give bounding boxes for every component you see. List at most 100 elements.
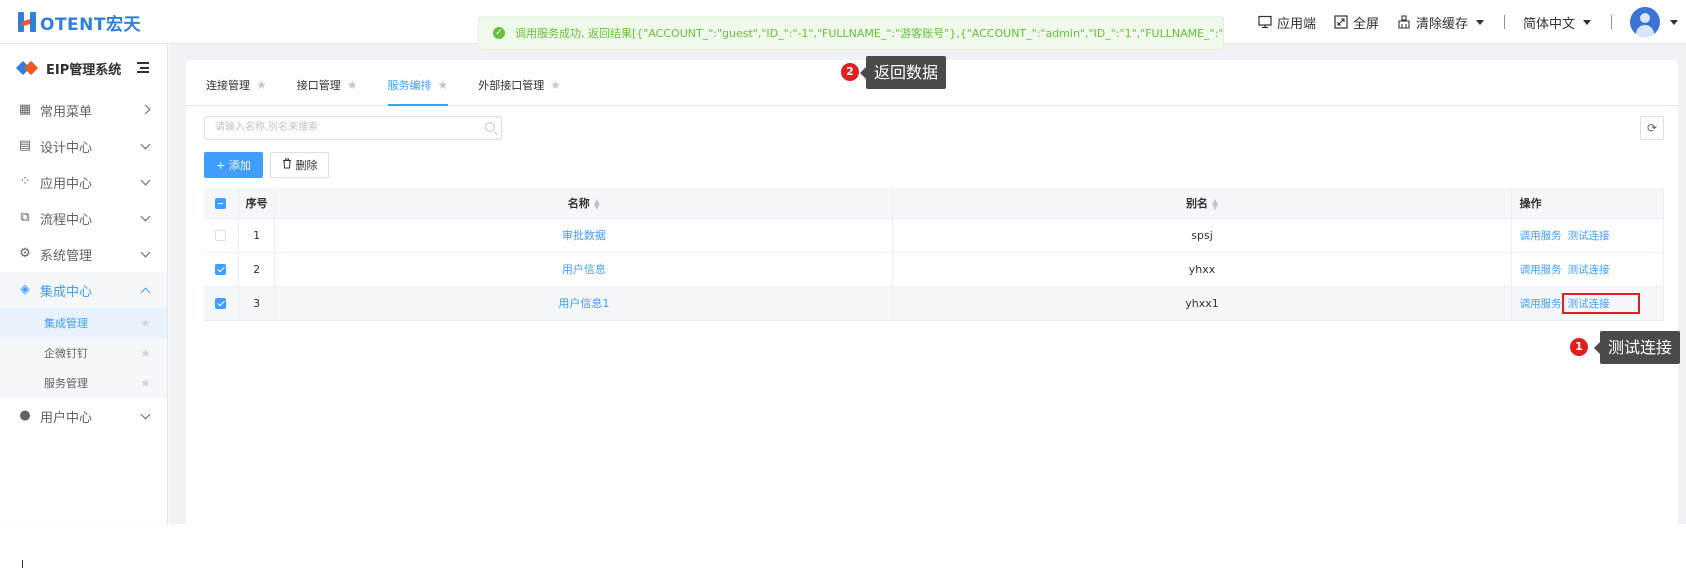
delete-button-label: 删除 — [295, 159, 318, 172]
star-icon[interactable]: ★ — [550, 78, 561, 92]
sidebar-subitem-integration-manage[interactable]: 集成管理 ★ — [0, 308, 167, 338]
refresh-button[interactable]: ⟳ — [1640, 116, 1664, 140]
service-table: 序号 名称 ▲ ▼ 别名 ▲ ▼ 操作 1 审批数据 spsj 调用服务 测试连接 2 — [204, 188, 1665, 321]
sidebar-item-design[interactable]: ▤ 设计中心 — [0, 128, 167, 164]
expand-icon — [1334, 15, 1348, 29]
row-name-link[interactable]: 用户信息1 — [558, 297, 609, 310]
delete-button[interactable]: 删除 — [270, 152, 329, 178]
call-service-link[interactable]: 调用服务 — [1520, 298, 1562, 310]
row-alias: spsj — [892, 218, 1512, 253]
sidebar-item-user-center[interactable]: ● 用户中心 — [0, 398, 167, 434]
sidebar-item-common[interactable]: ▦ 常用菜单 — [0, 92, 167, 128]
select-all-cell[interactable] — [204, 188, 239, 219]
star-icon[interactable]: ★ — [256, 78, 267, 92]
logo[interactable]: OTENT宏天 — [18, 8, 141, 36]
tab-label: 外部接口管理 — [478, 79, 545, 92]
cursor-mark — [22, 560, 23, 568]
user-menu[interactable] — [1630, 7, 1678, 37]
add-button[interactable]: + 添加 — [204, 152, 263, 178]
sidebar-item-label: 系统管理 — [40, 248, 93, 264]
sidebar-subitem-label: 企微钉钉 — [44, 347, 88, 360]
language-select[interactable]: 简体中文 — [1523, 13, 1591, 32]
apps-icon: ⁘ — [19, 174, 31, 189]
sidebar-item-flow[interactable]: ⧉ 流程中心 — [0, 200, 167, 236]
tab-interface-manage[interactable]: 接口管理 ★ — [297, 77, 358, 105]
sidebar-item-label: 设计中心 — [40, 140, 93, 156]
logo-h-icon — [18, 11, 38, 33]
highlight-box: 测试连接 — [1561, 292, 1640, 314]
monitor-icon — [1258, 15, 1272, 29]
chevron-down-icon — [140, 175, 151, 186]
chevron-right-icon — [140, 104, 151, 115]
trash-icon — [282, 158, 292, 172]
fullscreen-label: 全屏 — [1352, 16, 1379, 32]
sidebar-item-label: 集成中心 — [40, 284, 93, 300]
call-service-link[interactable]: 调用服务 — [1520, 264, 1562, 276]
star-icon[interactable]: ★ — [140, 346, 151, 360]
check-circle-icon: ✓ — [493, 27, 505, 39]
search-input[interactable]: 请输入名称,别名来搜索 — [204, 116, 502, 140]
brand-icon — [15, 60, 39, 76]
flow-icon: ⧉ — [20, 210, 30, 225]
refresh-icon: ⟳ — [1646, 121, 1658, 135]
sidebar-item-label: 应用中心 — [40, 176, 93, 192]
divider — [1503, 15, 1505, 29]
sidebar-item-label: 用户中心 — [40, 410, 93, 426]
header-ops: 操作 — [1511, 188, 1665, 219]
row-checkbox[interactable] — [215, 230, 227, 241]
header-toolbar: 应用端 全屏 清除缓存 简体中文 — [1258, 0, 1686, 44]
sidebar-item-integration[interactable]: ◈ 集成中心 — [0, 272, 167, 308]
row-index: 2 — [238, 252, 276, 287]
fullscreen-button[interactable]: 全屏 — [1334, 13, 1379, 32]
collapse-menu-icon[interactable] — [137, 62, 149, 73]
sidebar-item-system[interactable]: ⚙ 系统管理 — [0, 236, 167, 272]
user-icon: ● — [19, 408, 31, 423]
app-end-button[interactable]: 应用端 — [1258, 13, 1316, 32]
search-icon[interactable] — [485, 122, 495, 132]
broom-icon — [1397, 15, 1411, 29]
tab-connection-manage[interactable]: 连接管理 ★ — [206, 77, 267, 105]
star-icon[interactable]: ★ — [140, 376, 151, 390]
row-checkbox[interactable] — [215, 298, 227, 309]
row-name-link[interactable]: 用户信息 — [562, 263, 606, 276]
star-icon[interactable]: ★ — [438, 78, 449, 92]
star-icon[interactable]: ★ — [140, 316, 151, 330]
sidebar-item-apps[interactable]: ⁘ 应用中心 — [0, 164, 167, 200]
sort-icon[interactable]: ▲ ▼ — [594, 197, 600, 210]
select-all-checkbox[interactable] — [215, 197, 227, 209]
row-name-link[interactable]: 审批数据 — [562, 229, 606, 242]
header-name[interactable]: 名称 ▲ ▼ — [274, 188, 894, 219]
row-index: 1 — [238, 218, 276, 253]
row-checkbox[interactable] — [215, 264, 227, 275]
header-label: 操作 — [1519, 196, 1542, 210]
header-label: 序号 — [245, 196, 268, 210]
test-connection-link[interactable]: 测试连接 — [1568, 264, 1610, 276]
success-toast: ✓ 调用服务成功, 返回结果[{"ACCOUNT_":"guest","ID_"… — [478, 16, 1224, 50]
tab-label: 服务编排 — [387, 79, 432, 92]
test-connection-link[interactable]: 测试连接 — [1568, 298, 1610, 310]
row-alias: yhxx1 — [892, 286, 1512, 321]
sidebar-subitem-wecom-dingtalk[interactable]: 企微钉钉 ★ — [0, 338, 167, 368]
chevron-down-icon — [1670, 19, 1678, 25]
chevron-down-icon — [140, 409, 151, 420]
callout-tip-1: 测试连接 — [1593, 331, 1681, 364]
clear-cache-label: 清除缓存 — [1415, 16, 1468, 32]
star-icon[interactable]: ★ — [347, 78, 358, 92]
sidebar-subitem-label: 服务管理 — [44, 377, 88, 390]
row-index: 3 — [238, 286, 276, 321]
app-end-label: 应用端 — [1276, 16, 1316, 32]
row-alias: yhxx — [892, 252, 1512, 287]
tab-service-orchestration[interactable]: 服务编排 ★ — [387, 77, 449, 106]
clear-cache-button[interactable]: 清除缓存 — [1397, 13, 1484, 32]
logo-text: OTENT宏天 — [40, 14, 141, 35]
header-label: 名称 — [567, 196, 590, 210]
call-service-link[interactable]: 调用服务 — [1520, 230, 1562, 242]
chevron-down-icon — [1475, 19, 1484, 25]
test-connection-link[interactable]: 测试连接 — [1568, 230, 1610, 242]
header-alias[interactable]: 别名 ▲ ▼ — [892, 188, 1512, 219]
sidebar-subitem-label: 集成管理 — [44, 317, 88, 330]
callout-badge-1: 1 — [1570, 338, 1588, 356]
sidebar-subitem-service-manage[interactable]: 服务管理 ★ — [0, 368, 167, 398]
tab-external-interface-manage[interactable]: 外部接口管理 ★ — [478, 77, 561, 105]
sort-icon[interactable]: ▲ ▼ — [1212, 197, 1218, 210]
